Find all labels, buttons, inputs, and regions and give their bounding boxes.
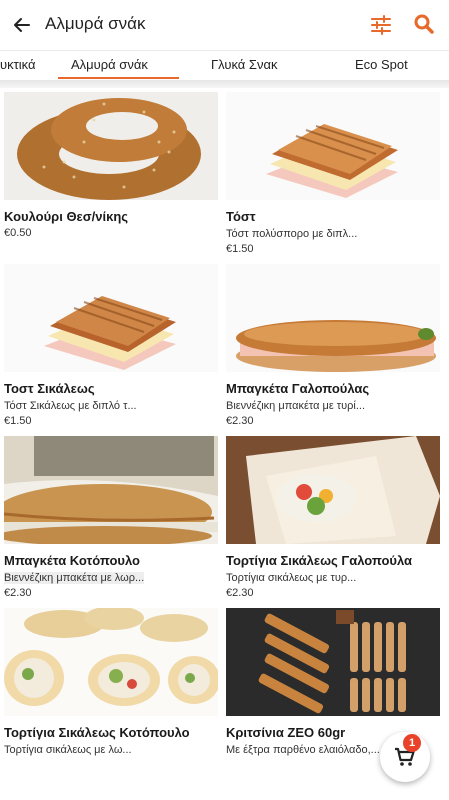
tab-eco-spot[interactable]: Eco Spot xyxy=(355,57,408,72)
product-description: Βιεννέζικη μπακέτα με λωρ... xyxy=(4,572,145,584)
product-description: Τόστ Σικάλεως με διπλό τ... xyxy=(4,400,137,412)
category-tabs: υκτικά Αλμυρά σνάκ Γλυκά Σνακ Eco Spot xyxy=(0,50,449,81)
tab-savory-snacks[interactable]: Αλμυρά σνάκ xyxy=(71,57,148,72)
filter-button[interactable] xyxy=(370,14,394,38)
toast-image xyxy=(226,92,440,200)
product-card[interactable]: Τορτίγια Σικάλεως Γαλοπούλα Τορτίγια σικ… xyxy=(226,436,440,608)
turkey-tortilla-image xyxy=(226,436,440,544)
product-price: €2.30 xyxy=(226,415,254,427)
product-price: €2.30 xyxy=(226,587,254,599)
product-card[interactable]: Τόστ Τόστ πολύσπορο με διπλ... €1.50 xyxy=(226,92,440,264)
chicken-tortilla-image xyxy=(4,608,218,716)
active-tab-indicator xyxy=(58,77,179,79)
breadsticks-image xyxy=(226,608,440,716)
cart-count-badge: 1 xyxy=(403,734,421,752)
product-description: Τόστ πολύσπορο με διπλ... xyxy=(226,228,358,240)
product-card[interactable]: Μπαγκέτα Γαλοπούλας Βιεννέζικη μπακέτα μ… xyxy=(226,264,440,436)
tab-sweet-snacks[interactable]: Γλυκά Σνακ xyxy=(211,57,277,72)
product-name: Κριτσίνια ΖΕΟ 60gr xyxy=(226,725,346,740)
tabs-divider xyxy=(0,80,449,88)
product-price: €1.50 xyxy=(4,415,32,427)
product-description: Τορτίγια σικάλεως με λω... xyxy=(4,744,132,756)
sliders-icon xyxy=(371,15,391,35)
product-price: €1.50 xyxy=(226,243,254,255)
product-card[interactable]: Τορτίγια Σικάλεως Κοτόπουλο Τορτίγια σικ… xyxy=(4,608,218,780)
product-name: Μπαγκέτα Κοτόπουλο xyxy=(4,553,140,568)
page-title: Αλμυρά σνάκ xyxy=(45,14,146,33)
product-name: Μπαγκέτα Γαλοπούλας xyxy=(226,381,370,396)
product-price: €2.30 xyxy=(4,587,32,599)
product-description: Τορτίγια σικάλεως με τυρ... xyxy=(226,572,357,584)
product-card[interactable]: Μπαγκέτα Κοτόπουλο Βιεννέζικη μπακέτα με… xyxy=(4,436,218,608)
koulouri-image xyxy=(4,92,218,200)
product-grid: Κουλούρι Θεσ/νίκης €0.50 Τόστ Τόστ πολύσ… xyxy=(0,88,449,800)
product-name: Τοστ Σικάλεως xyxy=(4,381,95,396)
chicken-baguette-image xyxy=(4,436,218,544)
product-name: Κουλούρι Θεσ/νίκης xyxy=(4,209,129,224)
search-button[interactable] xyxy=(413,13,437,37)
product-name: Τορτίγια Σικάλεως Κοτόπουλο xyxy=(4,725,190,740)
product-price: €0.50 xyxy=(4,227,32,239)
product-description: Με έξτρα παρθένο ελαιόλαδο,... xyxy=(226,744,380,756)
product-name: Τόστ xyxy=(226,209,256,224)
product-card[interactable]: Τοστ Σικάλεως Τόστ Σικάλεως με διπλό τ..… xyxy=(4,264,218,436)
back-button[interactable] xyxy=(10,13,34,37)
product-name: Τορτίγια Σικάλεως Γαλοπούλα xyxy=(226,553,413,568)
turkey-baguette-image xyxy=(226,264,440,372)
top-app-bar: Αλμυρά σνάκ xyxy=(0,0,449,50)
search-icon xyxy=(414,14,434,34)
product-description: Βιεννέζικη μπακέτα με τυρί... xyxy=(226,400,366,412)
tab-previous[interactable]: υκτικά xyxy=(0,57,36,72)
product-card[interactable]: Κουλούρι Θεσ/νίκης €0.50 xyxy=(4,92,218,264)
rye-toast-image xyxy=(4,264,218,372)
arrow-left-icon xyxy=(14,18,30,32)
